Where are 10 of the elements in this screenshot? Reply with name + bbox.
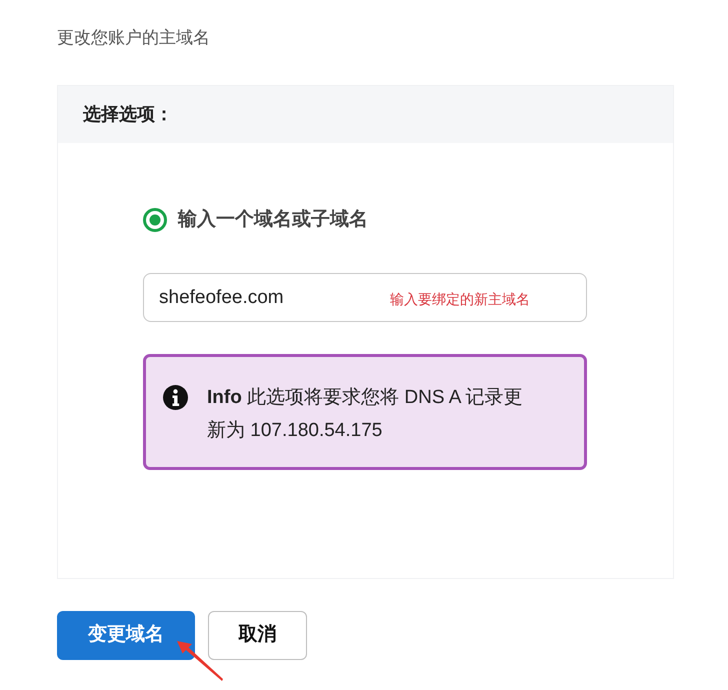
change-domain-button[interactable]: 变更域名 bbox=[57, 611, 195, 660]
option-label[interactable]: 输入一个域名或子域名 bbox=[178, 208, 368, 232]
info-message: Info 此选项将要求您将 DNS A 记录更新为 107.180.54.175 bbox=[207, 386, 524, 443]
cancel-button[interactable]: 取消 bbox=[208, 611, 307, 660]
page-subtitle: 更改您账户的主域名 bbox=[57, 27, 211, 49]
annotation-text: 输入要绑定的新主域名 bbox=[390, 290, 530, 308]
radio-button[interactable] bbox=[143, 208, 167, 232]
info-icon bbox=[163, 385, 188, 410]
annotation-arrow bbox=[177, 641, 223, 681]
card-title: 选择选项： bbox=[83, 103, 173, 126]
